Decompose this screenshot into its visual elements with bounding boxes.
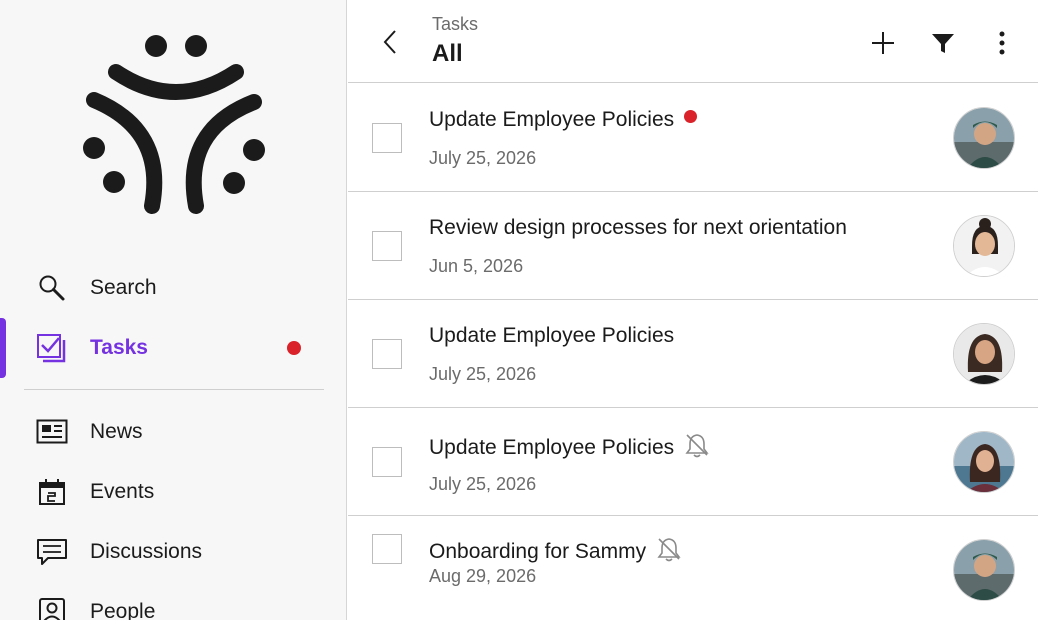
main-content: Tasks All Update Employee Policies July … <box>348 0 1038 620</box>
filter-icon <box>932 34 954 53</box>
task-checkbox[interactable] <box>372 339 402 369</box>
unread-dot <box>684 110 698 123</box>
sidebar-item-search[interactable]: Search <box>0 263 346 313</box>
avatar <box>953 107 1015 169</box>
task-date: July 25, 2026 <box>429 148 537 168</box>
task-title: Update Employee Policies <box>429 324 675 347</box>
sidebar-item-news[interactable]: News <box>0 407 346 457</box>
nav-divider <box>24 389 324 390</box>
task-checkbox[interactable] <box>372 123 402 153</box>
task-row[interactable]: Update Employee Policies July 25, 2026 <box>348 408 1038 516</box>
tasks-icon <box>34 332 70 364</box>
task-title: Update Employee Policies <box>429 108 698 132</box>
task-title: Review design processes for next orienta… <box>429 216 847 239</box>
task-checkbox[interactable] <box>372 534 402 564</box>
task-date: July 25, 2026 <box>429 474 537 494</box>
sidebar-item-label: Tasks <box>90 336 148 359</box>
sidebar-item-label: People <box>90 600 156 620</box>
task-row[interactable]: Update Employee Policies July 25, 2026 <box>348 300 1038 408</box>
calendar-icon <box>34 476 70 508</box>
sidebar: Search Tasks News Events Discussions Peo… <box>0 0 347 620</box>
discussions-icon <box>34 536 70 568</box>
chevron-left-icon <box>383 30 396 54</box>
task-date: July 25, 2026 <box>429 364 537 384</box>
filter-button[interactable] <box>926 26 960 60</box>
page-title: All <box>432 40 463 67</box>
page-header: Tasks All <box>348 0 1038 83</box>
sidebar-item-events[interactable]: Events <box>0 467 346 517</box>
muted-bell-icon <box>657 538 681 562</box>
notification-dot <box>287 341 301 355</box>
avatar <box>953 215 1015 277</box>
task-checkbox[interactable] <box>372 231 402 261</box>
task-row[interactable]: Review design processes for next orienta… <box>348 192 1038 300</box>
more-vertical-icon <box>999 31 1005 55</box>
avatar <box>953 431 1015 493</box>
plus-icon <box>872 32 894 54</box>
sidebar-item-discussions[interactable]: Discussions <box>0 527 346 577</box>
page-breadcrumb: Tasks <box>432 14 479 34</box>
task-row[interactable]: Update Employee Policies July 25, 2026 <box>348 84 1038 192</box>
back-button[interactable] <box>374 24 406 60</box>
task-title: Onboarding for Sammy <box>429 536 682 564</box>
sidebar-item-people[interactable]: People <box>0 587 346 620</box>
sidebar-item-label: Search <box>90 276 157 299</box>
app-logo <box>83 35 265 214</box>
task-row[interactable]: Onboarding for Sammy Aug 29, 2026 <box>348 516 1038 620</box>
sidebar-item-tasks[interactable]: Tasks <box>0 323 346 373</box>
task-date: Aug 29, 2026 <box>429 566 537 586</box>
add-task-button[interactable] <box>866 26 900 60</box>
news-icon <box>34 416 70 448</box>
task-title: Update Employee Policies <box>429 432 710 460</box>
task-checkbox[interactable] <box>372 447 402 477</box>
avatar <box>953 323 1015 385</box>
more-options-button[interactable] <box>985 26 1019 60</box>
sidebar-item-label: Events <box>90 480 155 503</box>
sidebar-item-label: Discussions <box>90 540 203 563</box>
task-date: Jun 5, 2026 <box>429 256 524 276</box>
muted-bell-icon <box>685 434 709 458</box>
people-icon <box>34 596 70 620</box>
avatar <box>953 539 1015 601</box>
sidebar-item-label: News <box>90 420 143 443</box>
search-icon <box>34 272 70 304</box>
